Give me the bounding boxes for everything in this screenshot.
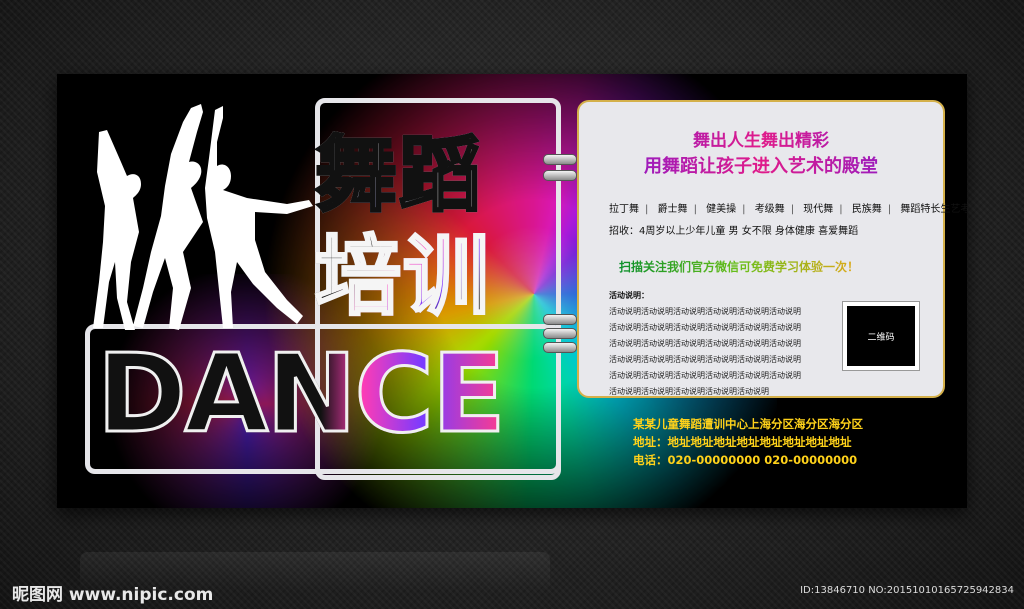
site-watermark: 昵图网 www.nipic.com xyxy=(12,585,214,605)
activity-line: 活动说明活动说明活动说明活动说明活动说明活动说明 xyxy=(609,307,801,316)
title-dance: DANCE xyxy=(96,331,508,459)
info-panel: 舞出人生舞出精彩 用舞蹈让孩子进入艺术的殿堂 拉丁舞 | 爵士舞 | 健美操 | 考级… xyxy=(577,100,967,398)
binder-ring xyxy=(543,314,577,325)
contact-phone: 电话：020-00000000 020-00000000 xyxy=(633,453,858,467)
scan-promo: 扫描关注我们官方微信可免费学习体验一次！ xyxy=(619,260,860,274)
dance-poster: 舞蹈 培训 DANCE 舞出人生舞出精彩 用舞蹈让孩子进入艺术的殿堂 拉丁舞 | … xyxy=(57,74,967,508)
dance-type: 考级舞 xyxy=(754,204,785,215)
contact-address: 地址：地址地址地址地址地址地址地址地址 xyxy=(633,435,852,449)
slogan-line1: 舞出人生舞出精彩 xyxy=(579,126,943,151)
dancer-silhouettes-icon xyxy=(93,104,313,330)
activity-line: 活动说明活动说明活动说明活动说明活动说明活动说明 xyxy=(609,355,801,364)
activity-line: 活动说明活动说明活动说明活动说明活动说明活动说明 xyxy=(609,371,801,380)
recruit-text: 招收：4周岁以上少年儿童 男 女不限 身体健康 喜爱舞蹈 xyxy=(609,226,859,237)
dance-type: 健美操 xyxy=(706,204,737,215)
binder-ring xyxy=(543,342,577,353)
slogan-line2: 用舞蹈让孩子进入艺术的殿堂 xyxy=(579,152,943,178)
binder-ring xyxy=(543,154,577,165)
binder-ring xyxy=(543,170,577,181)
activity-title: 活动说明： xyxy=(609,291,649,300)
binder-ring xyxy=(543,328,577,339)
contact-org: 某某儿童舞蹈遭训中心上海分区海分区海分区 xyxy=(633,417,863,431)
divider: | xyxy=(742,204,746,215)
dance-types: 拉丁舞 | 爵士舞 | 健美操 | 考级舞 | 现代舞 | 民族舞 | 舞蹈特长生艺考 xyxy=(609,200,967,215)
dance-type: 爵士舞 xyxy=(657,204,688,215)
dance-type: 拉丁舞 xyxy=(609,204,639,215)
divider: | xyxy=(839,204,843,215)
dance-type: 民族舞 xyxy=(851,204,882,215)
qr-label: 二维码 xyxy=(867,332,895,343)
activity-line: 活动说明活动说明活动说明活动说明活动说明活动说明 xyxy=(609,339,801,348)
title-cn-line2: 培训 xyxy=(314,206,491,331)
divider: | xyxy=(645,204,649,215)
activity-line: 活动说明活动说明活动说明活动说明活动说明 xyxy=(609,387,769,396)
qr-code: 二维码 xyxy=(842,301,920,371)
dance-type: 舞蹈特长生艺考 xyxy=(900,204,967,215)
divider: | xyxy=(887,204,892,215)
activity-line: 活动说明活动说明活动说明活动说明活动说明活动说明 xyxy=(609,323,801,332)
dance-type: 现代舞 xyxy=(803,204,834,215)
divider: | xyxy=(790,204,795,215)
divider: | xyxy=(693,204,697,215)
photo-id: ID:13846710 NO:20151010165725942834 xyxy=(800,585,1014,596)
